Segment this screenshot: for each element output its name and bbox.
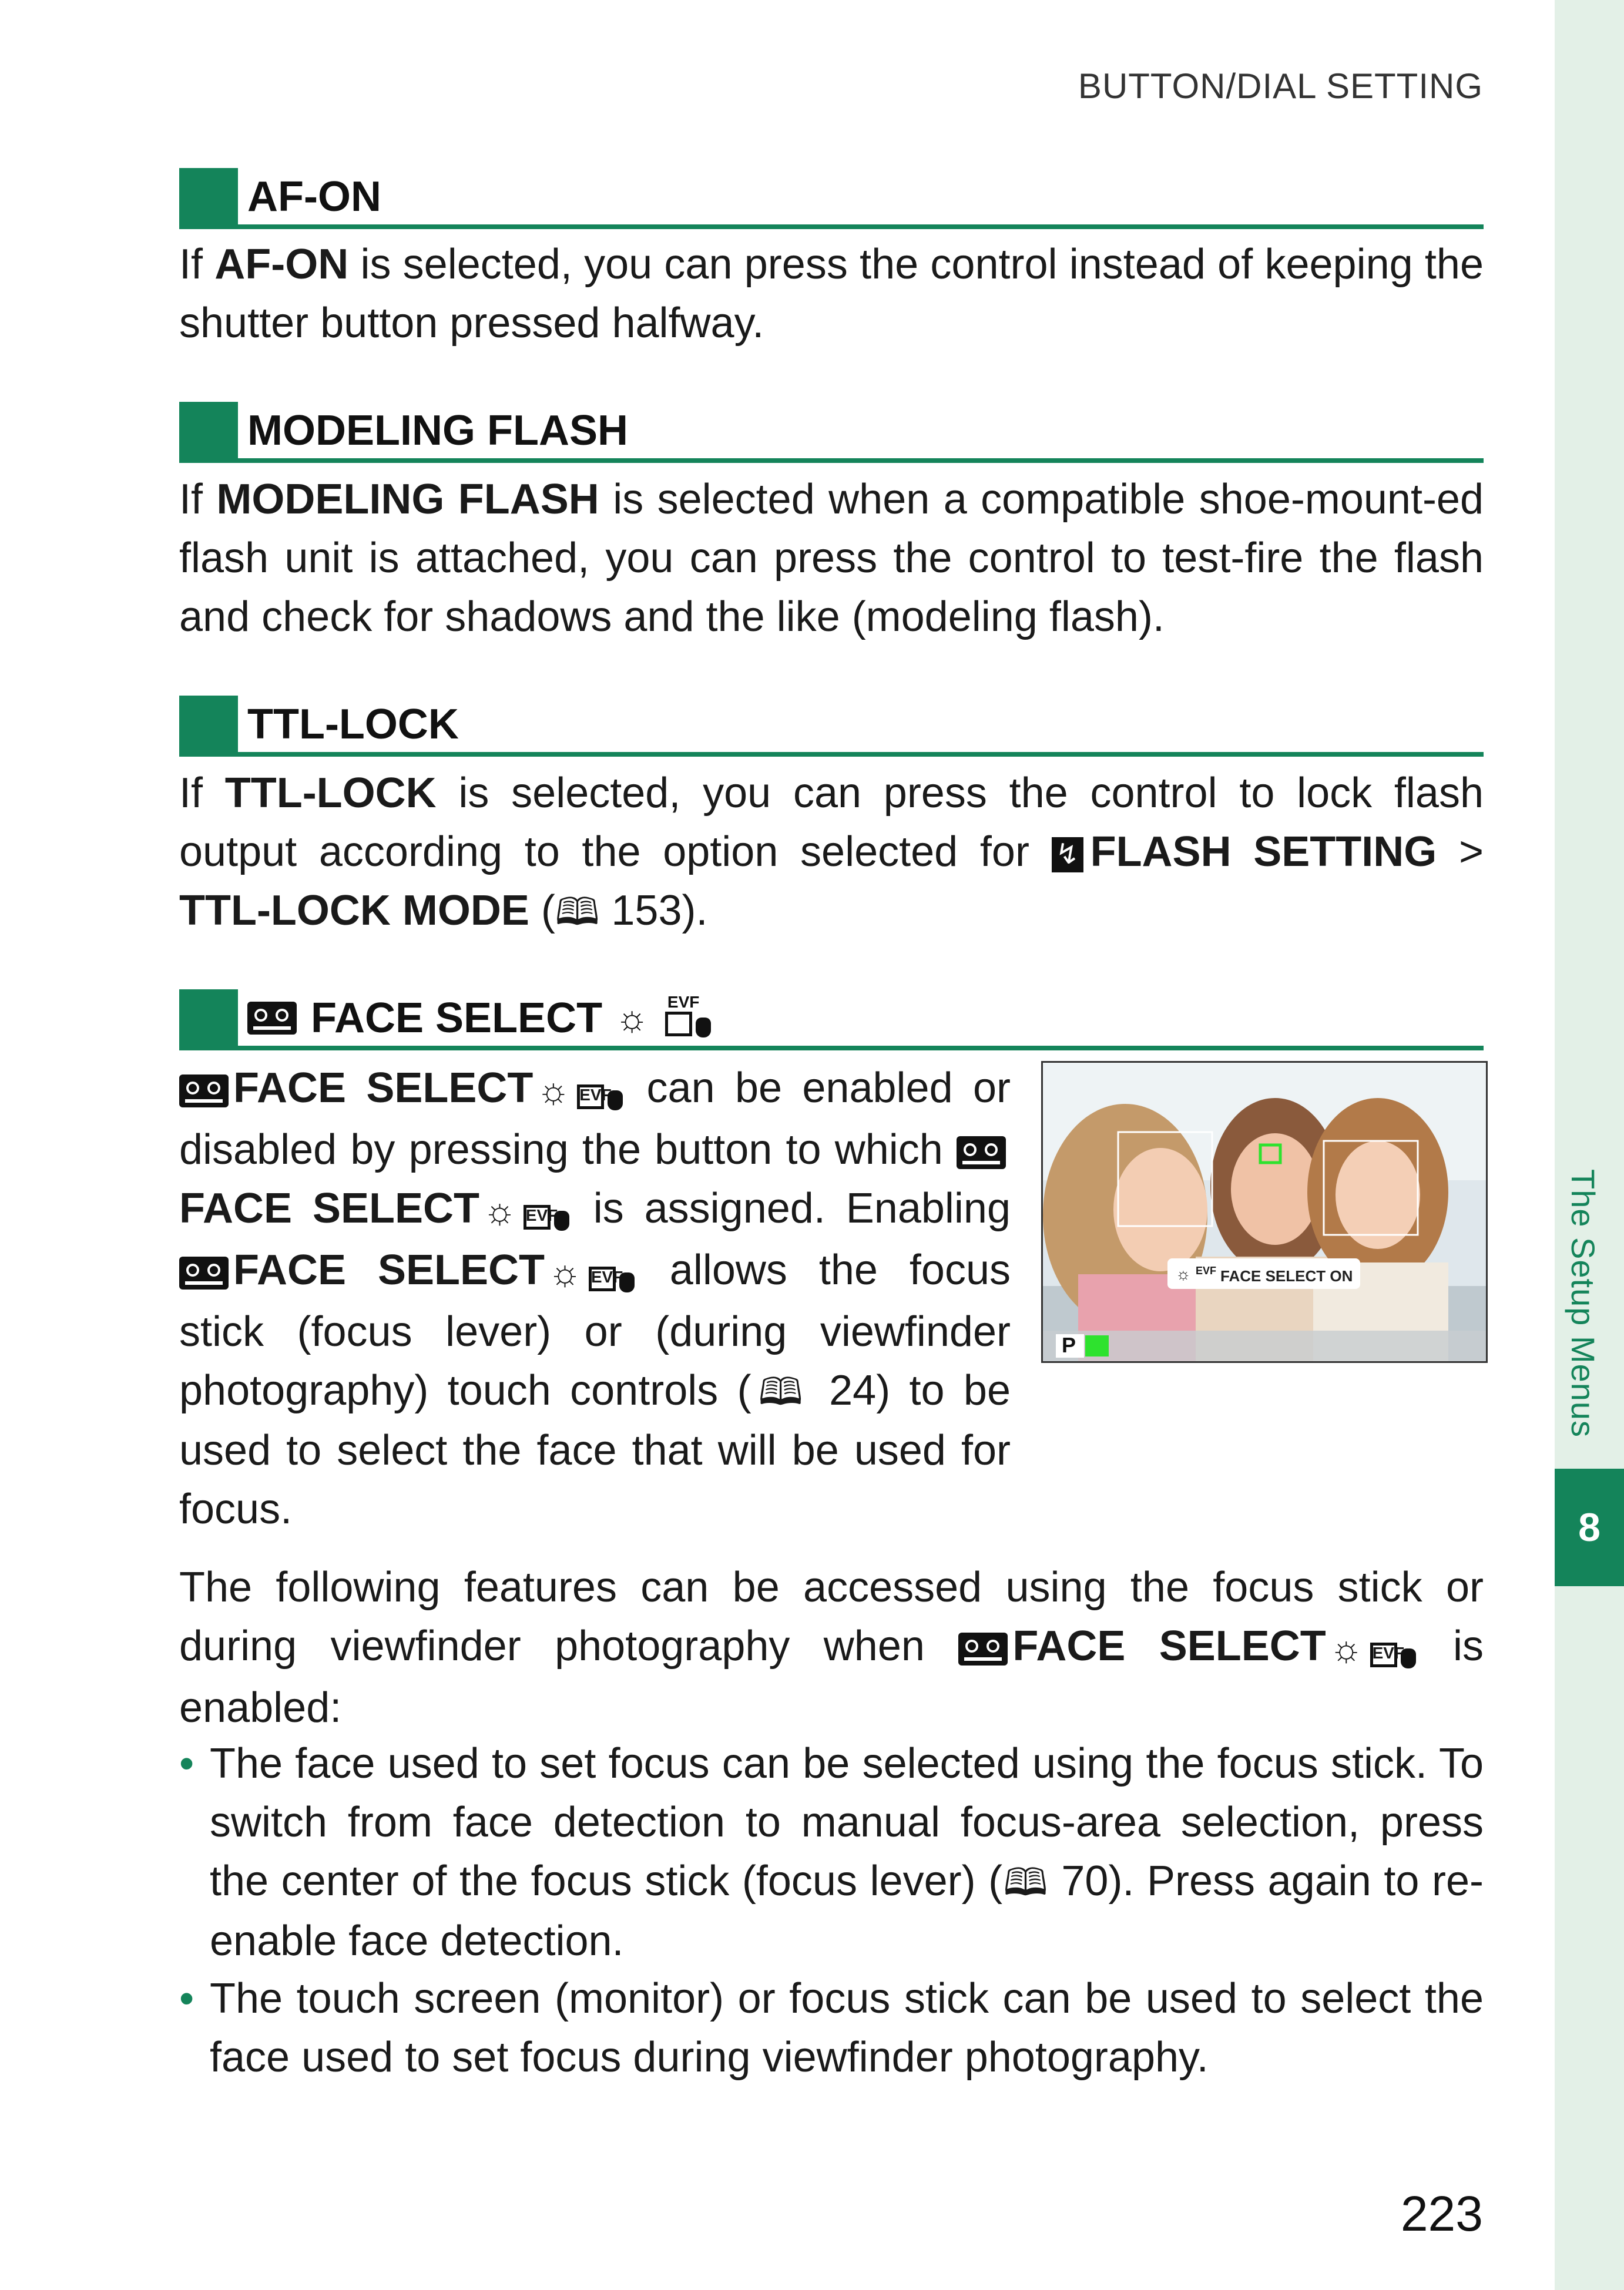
- heading-marker: [179, 696, 238, 757]
- face-select-features-intro: The following features can be accessed u…: [179, 1564, 1484, 1731]
- sun-icon: ☼: [1329, 1628, 1363, 1669]
- evf-touch-icon: EVF: [665, 993, 714, 1040]
- modeling-flash-description: If MODELING FLASH is selected when a com…: [179, 476, 1484, 640]
- section-title: MODELING FLASH: [247, 407, 628, 454]
- page-reference-link[interactable]: 24: [829, 1367, 876, 1414]
- face-select-description: FACE SELECT☼ EVF can be enabled or disabl…: [179, 1059, 1011, 1539]
- bullet-dot: •: [179, 1740, 194, 1787]
- flash-icon: ↯: [1051, 837, 1083, 872]
- heading-rule: [179, 1046, 1484, 1050]
- evf-small-label: EVF: [1196, 1265, 1217, 1277]
- ttl-lock-description: If TTL-LOCK is selected, you can press t…: [179, 770, 1484, 934]
- list-item-text: The face used to set focus can be select…: [210, 1740, 1484, 1965]
- section-heading-ttl-lock: TTL-LOCK: [179, 696, 1484, 757]
- face-select-on-label: FACE SELECT ON: [1220, 1267, 1353, 1285]
- section-title: AF-ON: [247, 173, 381, 220]
- evf-touch-icon: EVF: [588, 1251, 638, 1295]
- chapter-label: The Setup Menus: [1555, 1169, 1624, 1475]
- heading-rule: [179, 224, 1484, 229]
- sun-icon: ☼: [1176, 1265, 1191, 1283]
- evf-touch-icon: EVF: [1370, 1627, 1420, 1671]
- face-select-example-photo: FACE SELECT ON ☼ EVF P: [1041, 1061, 1488, 1363]
- face-select-icon: [957, 1136, 1006, 1169]
- face-select-icon: [958, 1632, 1008, 1666]
- af-on-description: If AF-ON is selected, you can press the …: [179, 241, 1484, 347]
- face-select-icon: [179, 1074, 229, 1107]
- chapter-label-text: The Setup Menus: [1565, 1169, 1602, 1438]
- face-select-icon: [179, 1256, 229, 1290]
- heading-rule: [179, 458, 1484, 463]
- shooting-mode-p: P: [1062, 1333, 1076, 1357]
- running-head: BUTTON/DIAL SETTING: [1078, 66, 1483, 106]
- page-reference-link[interactable]: 70: [1061, 1858, 1108, 1905]
- section-heading-face-select: FACE SELECT ☼ EVF: [179, 989, 1484, 1050]
- sun-icon: ☼: [548, 1252, 582, 1293]
- photo-illustration: [1043, 1063, 1486, 1361]
- sun-icon: ☼: [536, 1070, 571, 1111]
- section-heading-af-on: AF-ON: [179, 168, 1484, 229]
- book-reference-icon: 🕮: [751, 1370, 810, 1413]
- bullet-dot: •: [179, 1975, 194, 2022]
- section-title: FACE SELECT ☼ EVF: [247, 993, 714, 1042]
- heading-marker: [179, 402, 238, 463]
- list-item-text: The touch screen (monitor) or focus stic…: [210, 1975, 1484, 2081]
- heading-marker: [179, 989, 238, 1050]
- evf-touch-icon: EVF: [523, 1190, 573, 1233]
- sun-icon: ☼: [615, 998, 649, 1039]
- section-heading-modeling-flash: MODELING FLASH: [179, 402, 1484, 463]
- book-reference-icon: 🕮: [555, 891, 600, 933]
- heading-marker: [179, 168, 238, 229]
- book-reference-icon: 🕮: [1002, 1861, 1049, 1903]
- page-reference-link[interactable]: 153: [611, 887, 682, 934]
- face-select-icon: [247, 1002, 297, 1035]
- evf-touch-icon: EVF: [577, 1069, 626, 1113]
- section-title: TTL-LOCK: [247, 701, 459, 748]
- page-number: 223: [1400, 2186, 1483, 2241]
- heading-rule: [179, 752, 1484, 757]
- sidebar: [1555, 0, 1624, 2290]
- sun-icon: ☼: [482, 1190, 516, 1231]
- chapter-tab[interactable]: 8: [1555, 1469, 1624, 1586]
